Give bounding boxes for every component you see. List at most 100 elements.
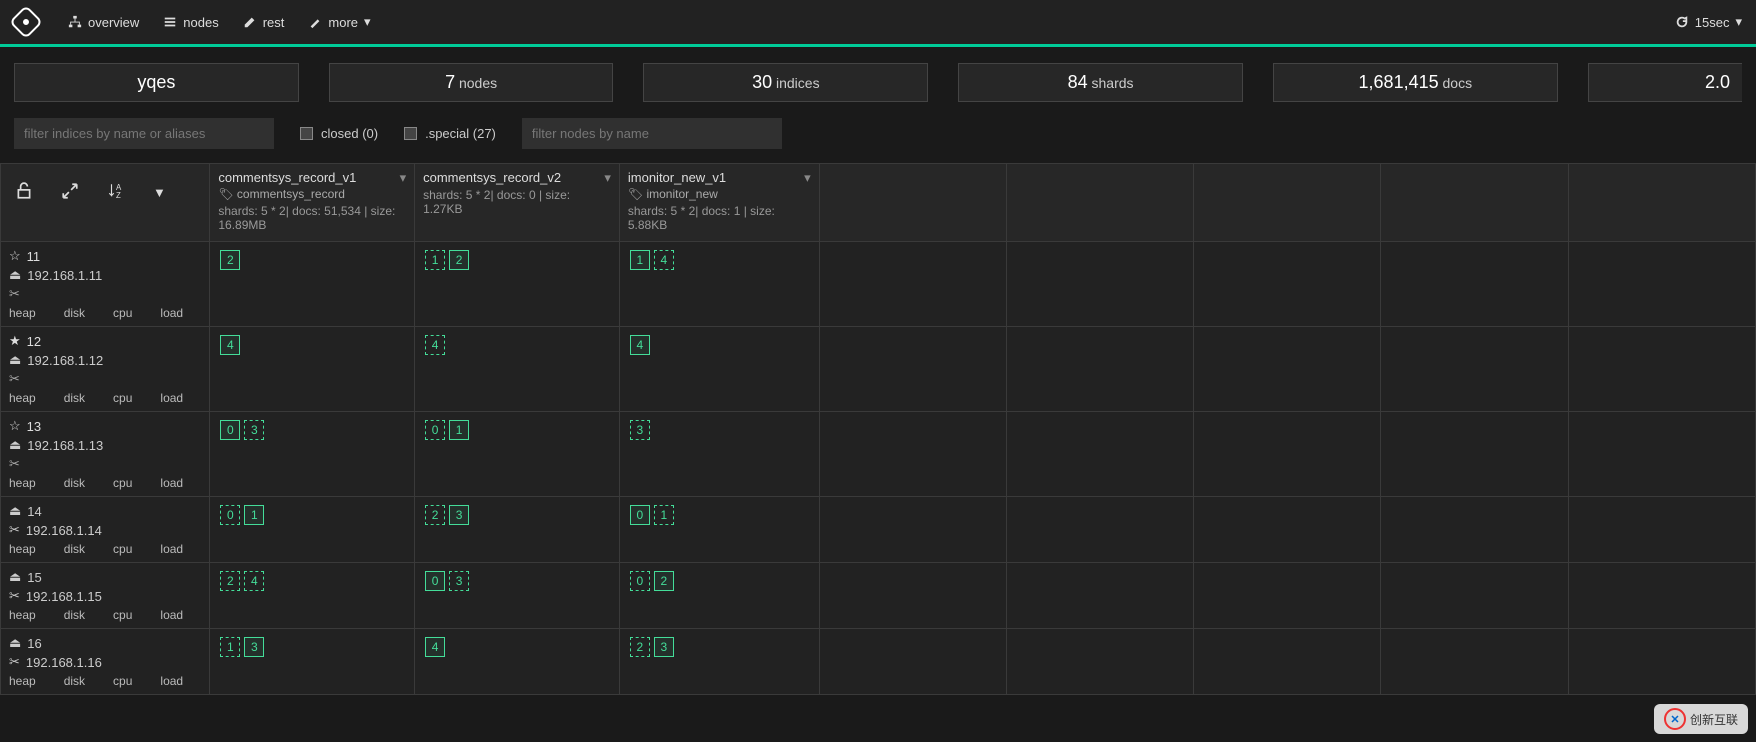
index-header[interactable]: commentsys_record_v2 shards: 5 * 2| docs:… (415, 164, 620, 242)
stat-docs[interactable]: 1,681,415 docs (1273, 63, 1558, 102)
index-name: commentsys_record_v2 (423, 170, 611, 185)
empty-cell (1381, 412, 1568, 497)
caret-down-icon[interactable]: ▾ (604, 170, 611, 186)
shard-replica[interactable]: 2 (220, 571, 240, 591)
shard-primary[interactable]: 2 (220, 250, 240, 270)
filter-nodes-input[interactable] (522, 118, 782, 149)
stat-indices-label: indices (776, 75, 820, 91)
shard-replica[interactable]: 4 (654, 250, 674, 270)
shard-replica[interactable]: 4 (425, 335, 445, 355)
caret-down-icon[interactable]: ▼ (153, 185, 166, 200)
nav-more[interactable]: more ▾ (308, 14, 370, 30)
index-header[interactable]: commentsys_record_v1🏷 commentsys_records… (210, 164, 415, 242)
controls-header: AZ ▼ (1, 164, 210, 242)
caret-down-icon[interactable]: ▾ (804, 170, 811, 186)
shard-primary[interactable]: 4 (220, 335, 240, 355)
stat-indices[interactable]: 30 indices (643, 63, 928, 102)
node-name: ☆ 13 (9, 418, 201, 434)
stat-cluster[interactable]: yqes (14, 63, 299, 102)
empty-cell (1194, 629, 1381, 695)
wand-icon (308, 15, 322, 29)
expand-icon[interactable] (61, 182, 79, 203)
node-cell[interactable]: ⏏ 15✂ 192.168.1.15heapdiskcpuload (1, 563, 210, 629)
list-icon (163, 15, 177, 29)
caret-down-icon[interactable]: ▾ (400, 170, 407, 186)
load-label: load (160, 306, 183, 320)
star-icon: ☆ (9, 248, 21, 264)
shard-replica[interactable]: 0 (425, 420, 445, 440)
index-header[interactable]: imonitor_new_v1🏷 imonitor_newshards: 5 *… (619, 164, 819, 242)
shard-replica[interactable]: 3 (244, 420, 264, 440)
shard-replica[interactable]: 2 (425, 505, 445, 525)
shard-cell: 01 (415, 412, 620, 497)
shard-cell: 14 (619, 242, 819, 327)
sort-az-icon[interactable]: AZ (107, 182, 125, 203)
shard-replica[interactable]: 0 (630, 571, 650, 591)
shard-replica[interactable]: 4 (244, 571, 264, 591)
shard-primary[interactable]: 2 (449, 250, 469, 270)
shard-primary[interactable]: 3 (449, 505, 469, 525)
shard-primary[interactable]: 3 (244, 637, 264, 657)
node-cell[interactable]: ⏏ 16✂ 192.168.1.16heapdiskcpuload (1, 629, 210, 695)
star-icon: ☆ (9, 418, 21, 434)
cpu-label: cpu (113, 674, 132, 688)
shard-primary[interactable]: 4 (425, 637, 445, 657)
edit-icon (243, 15, 257, 29)
empty-cell (1568, 327, 1755, 412)
node-row: ⏏ 14✂ 192.168.1.14heapdiskcpuload012301 (1, 497, 1756, 563)
shard-primary[interactable]: 2 (654, 571, 674, 591)
stat-shards-label: shards (1092, 75, 1134, 91)
disk-label: disk (64, 476, 85, 490)
shard-primary[interactable]: 1 (244, 505, 264, 525)
shard-replica[interactable]: 1 (425, 250, 445, 270)
empty-cell (819, 242, 1006, 327)
nav-overview[interactable]: overview (68, 15, 139, 30)
index-header-empty (819, 164, 1006, 242)
shard-primary[interactable]: 0 (425, 571, 445, 591)
shard-primary[interactable]: 1 (630, 250, 650, 270)
closed-checkbox[interactable]: closed (0) (300, 126, 378, 141)
lock-icon[interactable] (15, 182, 33, 203)
refresh-control[interactable]: 15sec ▾ (1675, 14, 1742, 30)
caret-down-icon: ▾ (1735, 14, 1742, 30)
shard-primary[interactable]: 4 (630, 335, 650, 355)
star-icon: ★ (9, 333, 21, 349)
shard-primary[interactable]: 3 (654, 637, 674, 657)
special-checkbox[interactable]: .special (27) (404, 126, 496, 141)
node-cell[interactable]: ⏏ 14✂ 192.168.1.14heapdiskcpuload (1, 497, 210, 563)
index-info: shards: 5 * 2| docs: 0 | size: 1.27KB (423, 188, 611, 216)
node-cell[interactable]: ☆ 11⏏ 192.168.1.11✂heapdiskcpuload (1, 242, 210, 327)
index-alias: 🏷 commentsys_record (218, 187, 406, 201)
empty-cell (819, 412, 1006, 497)
shard-primary[interactable]: 0 (220, 420, 240, 440)
stat-nodes[interactable]: 7 nodes (329, 63, 614, 102)
heap-label: heap (9, 542, 36, 556)
shard-replica[interactable]: 0 (220, 505, 240, 525)
stat-docs-label: docs (1443, 75, 1473, 91)
node-stats: heapdiskcpuload (9, 306, 201, 320)
shard-replica[interactable]: 3 (449, 571, 469, 591)
watermark-icon: ✕ (1664, 708, 1686, 730)
nav-nodes[interactable]: nodes (163, 15, 218, 30)
stat-shards[interactable]: 84 shards (958, 63, 1243, 102)
node-name: ★ 12 (9, 333, 201, 349)
empty-cell (1006, 327, 1193, 412)
shard-cell: 24 (210, 563, 415, 629)
empty-cell (1194, 412, 1381, 497)
stat-size[interactable]: 2.0 (1588, 63, 1742, 102)
crop-icon: ✂ (9, 588, 20, 604)
shard-replica[interactable]: 2 (630, 637, 650, 657)
load-label: load (160, 542, 183, 556)
shard-replica[interactable]: 1 (654, 505, 674, 525)
filter-indices-input[interactable] (14, 118, 274, 149)
shard-replica[interactable]: 1 (220, 637, 240, 657)
node-cell[interactable]: ☆ 13⏏ 192.168.1.13✂heapdiskcpuload (1, 412, 210, 497)
empty-cell (819, 327, 1006, 412)
node-cell[interactable]: ★ 12⏏ 192.168.1.12✂heapdiskcpuload (1, 327, 210, 412)
shard-primary[interactable]: 1 (449, 420, 469, 440)
disk-label: disk (64, 542, 85, 556)
shard-primary[interactable]: 0 (630, 505, 650, 525)
index-header-empty (1006, 164, 1193, 242)
shard-replica[interactable]: 3 (630, 420, 650, 440)
nav-rest[interactable]: rest (243, 15, 285, 30)
